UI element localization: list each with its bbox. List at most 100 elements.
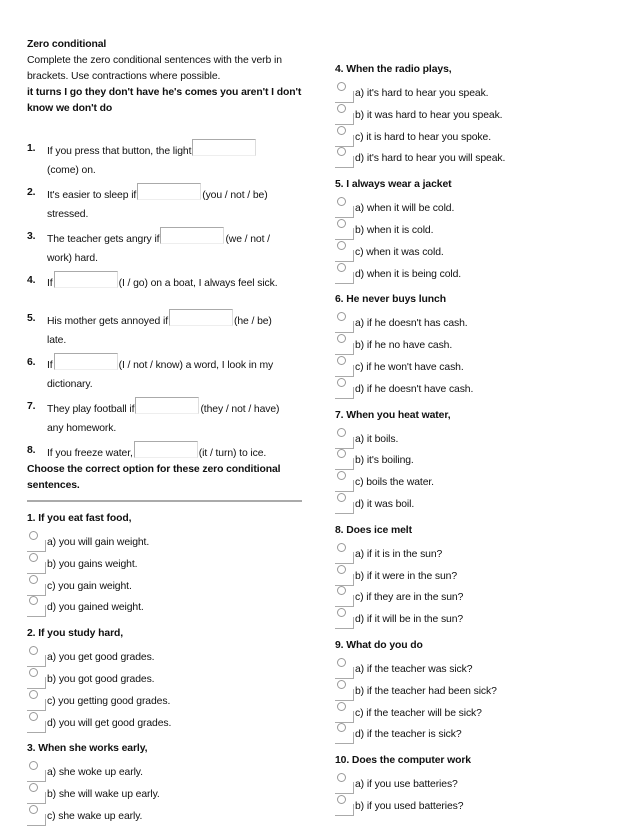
radio-button-icon[interactable] [337,723,346,733]
radio-button-icon[interactable] [337,147,346,157]
radio-button-icon[interactable] [29,552,38,562]
answer-option[interactable]: c) she wake up early. [27,804,302,826]
answer-option[interactable]: d) if he doesn't have cash. [335,377,620,399]
answer-option[interactable]: b) you got good grades. [27,667,302,689]
option-bracket [27,655,46,668]
answer-option[interactable]: a) you get good grades. [27,645,302,668]
choose-heading: Choose the correct option for these zero… [27,464,281,475]
item-number: 4. [27,275,36,286]
radio-button-icon[interactable] [337,773,346,783]
radio-button-icon[interactable] [337,197,346,207]
item-text-continued: (come) on. [47,165,96,176]
radio-button-icon[interactable] [29,574,38,584]
radio-button-icon[interactable] [337,542,346,552]
answer-option[interactable]: d) you will get good grades. [27,711,302,733]
radio-button-icon[interactable] [29,646,38,656]
answer-option[interactable]: c) boils the water. [335,470,620,493]
radio-button-icon[interactable] [337,103,346,113]
option-bracket [335,480,354,493]
item-text-before: If [47,360,53,371]
radio-button-icon[interactable] [337,564,346,574]
answer-option[interactable]: a) you will gain weight. [27,530,302,552]
radio-button-icon[interactable] [337,471,346,481]
radio-button-icon[interactable] [337,679,346,689]
radio-button-icon[interactable] [337,312,346,322]
option-bracket [335,112,354,125]
answer-input[interactable] [192,139,257,156]
radio-button-icon[interactable] [29,804,38,814]
answer-option[interactable]: c) you getting good grades. [27,689,302,711]
question-heading: 8. Does ice melt [335,524,412,536]
answer-option[interactable]: b) if he no have cash. [335,333,620,356]
radio-button-icon[interactable] [337,377,346,387]
radio-button-icon[interactable] [29,783,38,793]
radio-button-icon[interactable] [29,711,38,721]
answer-option[interactable]: b) if it were in the sun? [335,564,620,586]
answer-option[interactable]: b) it's boiling. [335,448,620,471]
answer-option[interactable]: c) it is hard to hear you spoke. [335,125,620,147]
radio-button-icon[interactable] [337,355,346,365]
radio-button-icon[interactable] [337,82,346,91]
radio-button-icon[interactable] [29,596,38,606]
answer-input[interactable] [135,397,200,414]
option-label: b) if he no have cash. [355,340,453,352]
radio-button-icon[interactable] [29,689,38,699]
answer-input[interactable] [53,353,118,370]
answer-input[interactable] [160,227,225,244]
radio-button-icon[interactable] [337,427,346,437]
answer-option[interactable]: b) she will wake up early. [27,782,302,805]
answer-option[interactable]: c) when it was cold. [335,240,620,262]
radio-button-icon[interactable] [337,608,346,618]
radio-button-icon[interactable] [337,125,346,135]
answer-option[interactable]: b) if the teacher had been sick? [335,679,620,701]
answer-option[interactable]: d) if it will be in the sun? [335,607,620,630]
answer-option[interactable]: a) it boils. [335,427,620,449]
answer-option[interactable]: b) you gains weight. [27,552,302,574]
question-block: 1. If you eat fast food, a) you will gain… [27,508,302,618]
question-heading: 7. When you heat water, [335,409,451,421]
radio-button-icon[interactable] [337,701,346,711]
item-text-before: It's easier to sleep if [47,190,137,201]
answer-option[interactable]: c) if the teacher will be sick? [335,701,620,723]
item-text-before: His mother gets annoyed if [47,316,168,327]
answer-input[interactable] [133,441,198,458]
answer-option[interactable]: a) when it will be cold. [335,196,620,219]
item-text: They play football if (they / not / have)… [47,397,302,438]
answer-option[interactable]: a) she woke up early. [27,760,302,783]
item-text: If (I / go) on a boat, I always feel sick… [47,271,302,293]
radio-button-icon[interactable] [337,586,346,596]
radio-button-icon[interactable] [337,262,346,272]
item-text-after: (he / be) [234,316,272,327]
answer-option[interactable]: a) if he doesn't has cash. [335,311,620,334]
radio-button-icon[interactable] [29,531,38,540]
answer-option[interactable]: a) if you use batteries? [335,772,620,795]
radio-button-icon[interactable] [337,218,346,228]
answer-option[interactable]: d) it's hard to hear you will speak. [335,146,620,169]
radio-button-icon[interactable] [29,667,38,677]
answer-option[interactable]: d) when it is being cold. [335,262,620,284]
answer-option[interactable]: a) it's hard to hear you speak. [335,81,620,103]
answer-option[interactable]: b) it was hard to hear you speak. [335,103,620,125]
answer-option[interactable]: a) if it is in the sun? [335,542,620,564]
answer-option[interactable]: b) if you used batteries? [335,794,620,816]
radio-button-icon[interactable] [337,794,346,804]
answer-option[interactable]: c) if he won't have cash. [335,355,620,377]
radio-button-icon[interactable] [29,761,38,771]
answer-option[interactable]: a) if the teacher was sick? [335,657,620,679]
radio-button-icon[interactable] [337,334,346,344]
answer-input[interactable] [53,271,118,288]
radio-button-icon[interactable] [337,492,346,502]
option-label: d) if it will be in the sun? [355,614,464,626]
answer-option[interactable]: c) if they are in the sun? [335,585,620,608]
answer-option[interactable]: d) you gained weight. [27,595,302,618]
radio-button-icon[interactable] [337,657,346,667]
answer-option[interactable]: b) when it is cold. [335,218,620,240]
answer-option[interactable]: c) you gain weight. [27,574,302,596]
answer-option[interactable]: d) if the teacher is sick? [335,722,620,745]
option-label: a) if he doesn't has cash. [355,318,468,330]
answer-input[interactable] [169,309,233,326]
radio-button-icon[interactable] [337,240,346,250]
answer-option[interactable]: d) it was boil. [335,492,620,514]
answer-input[interactable] [137,183,202,200]
radio-button-icon[interactable] [337,449,346,459]
